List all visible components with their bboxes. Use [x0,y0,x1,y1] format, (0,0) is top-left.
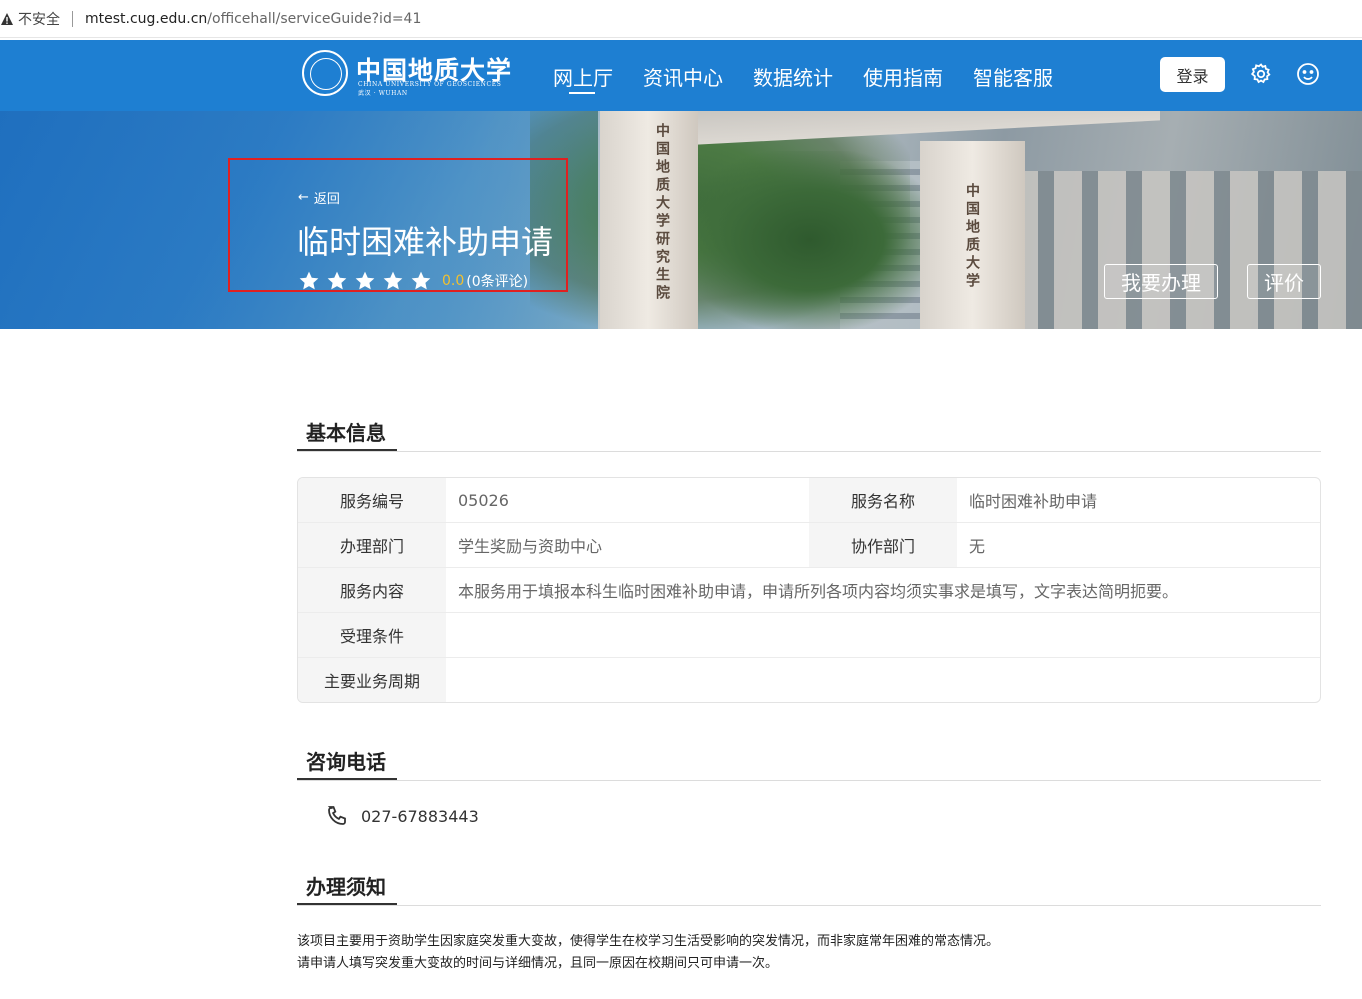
rate-button[interactable]: 评价 [1247,264,1321,299]
phone-icon [327,806,346,825]
nav-item-guide[interactable]: 使用指南 [863,62,943,91]
star-icon[interactable] [354,270,376,292]
section-underline [297,903,397,905]
label-service-id: 服务编号 [298,478,446,522]
pillar-left-text: 中国地质大学研究生院 [654,123,670,303]
value-service-id: 05026 [458,490,509,510]
logo-seal-icon [302,50,348,96]
back-link[interactable]: ← 返回 [298,188,340,207]
arrow-left-icon: ← [298,190,309,205]
notice-text: 该项目主要用于资助学生因家庭突发重大变故，使得学生在校学习生活受影响的突发情况，… [297,931,999,975]
section-divider [297,451,1321,452]
table-row: 受理条件 [298,613,1320,658]
login-button[interactable]: 登录 [1160,57,1225,92]
value-service-content: 本服务用于填报本科生临时困难补助申请，申请所列各项内容均须实事求是填写，文字表达… [458,582,1179,601]
table-row: 服务编号 05026 服务名称 临时困难补助申请 [298,478,1320,523]
label-department: 办理部门 [298,523,446,567]
label-cooperating-department: 协作部门 [809,523,957,567]
section-divider [297,780,1321,781]
pillar-right-text: 中国地质大学 [964,183,980,291]
table-row: 办理部门 学生奖励与资助中心 协作部门 无 [298,523,1320,568]
section-divider [297,905,1321,906]
page-title: 临时困难补助申请 [297,223,554,261]
notice-line: 请申请人填写突发重大变故的时间与详细情况，且同一原因在校期间只可申请一次。 [297,956,779,971]
value-service-name: 临时困难补助申请 [969,492,1098,511]
label-acceptance-conditions: 受理条件 [298,613,446,657]
browser-address-bar[interactable]: 不安全 mtest.cug.edu.cn /officehall/service… [0,0,1362,38]
section-title-notice: 办理须知 [306,875,386,899]
value-acceptance-conditions [446,613,1320,657]
nav-item-online-hall[interactable]: 网上厅 [553,62,613,94]
main-nav: 网上厅 资讯中心 数据统计 使用指南 智能客服 [553,62,1083,94]
star-icon[interactable] [326,270,348,292]
basic-info-table: 服务编号 05026 服务名称 临时困难补助申请 办理部门 学生奖励与资助中心 … [297,477,1321,703]
section-title-basic-info: 基本信息 [306,421,386,445]
logo-english-name: CHINA UNIVERSITY OF GEOSCIENCES 武汉 · WUH… [358,81,501,97]
table-row: 主要业务周期 [298,658,1320,702]
rating-score: 0.0 [442,273,465,289]
contact-phone: 027-67883443 [325,804,479,828]
insecure-label[interactable]: 不安全 [18,9,60,29]
university-logo[interactable]: 中国地质大学 CHINA UNIVERSITY OF GEOSCIENCES 武… [302,50,511,98]
phone-number[interactable]: 027-67883443 [361,807,479,826]
section-title-contact: 咨询电话 [306,750,386,774]
value-department: 学生奖励与资助中心 [458,537,603,556]
notice-line: 该项目主要用于资助学生因家庭突发重大变故，使得学生在校学习生活受影响的突发情况，… [297,934,1000,949]
logo-english-text: CHINA UNIVERSITY OF GEOSCIENCES [358,81,502,88]
smiley-icon[interactable] [1296,62,1320,86]
back-label: 返回 [313,192,340,207]
warning-icon [0,12,14,26]
star-icon[interactable] [410,270,432,292]
logo-sub-text: 武汉 · WUHAN [358,90,408,97]
section-underline [297,778,397,780]
nav-item-statistics[interactable]: 数据统计 [753,62,833,91]
address-separator [72,10,73,27]
url-host[interactable]: mtest.cug.edu.cn [85,11,207,27]
gate-beam [690,111,1160,145]
banner-trees-right [680,151,940,329]
url-path[interactable]: /officehall/serviceGuide?id=41 [207,11,421,27]
nav-item-customer-service[interactable]: 智能客服 [973,62,1053,91]
label-business-cycle: 主要业务周期 [298,658,446,702]
handle-button[interactable]: 我要办理 [1104,264,1218,299]
star-icon[interactable] [298,270,320,292]
rating-summary: 0.0 (0条评论) [298,270,528,292]
gear-icon[interactable] [1249,62,1273,86]
value-cooperating-department: 无 [969,537,986,556]
star-icon[interactable] [382,270,404,292]
table-row: 服务内容 本服务用于填报本科生临时困难补助申请，申请所列各项内容均须实事求是填写… [298,568,1320,613]
nav-item-news[interactable]: 资讯中心 [643,62,723,91]
section-underline [297,449,397,451]
banner-building [1010,171,1362,329]
gate-pillar-left [598,111,698,329]
label-service-name: 服务名称 [809,478,957,522]
review-count: (0条评论) [466,274,529,290]
value-business-cycle [446,658,1320,702]
label-service-content: 服务内容 [298,568,446,612]
